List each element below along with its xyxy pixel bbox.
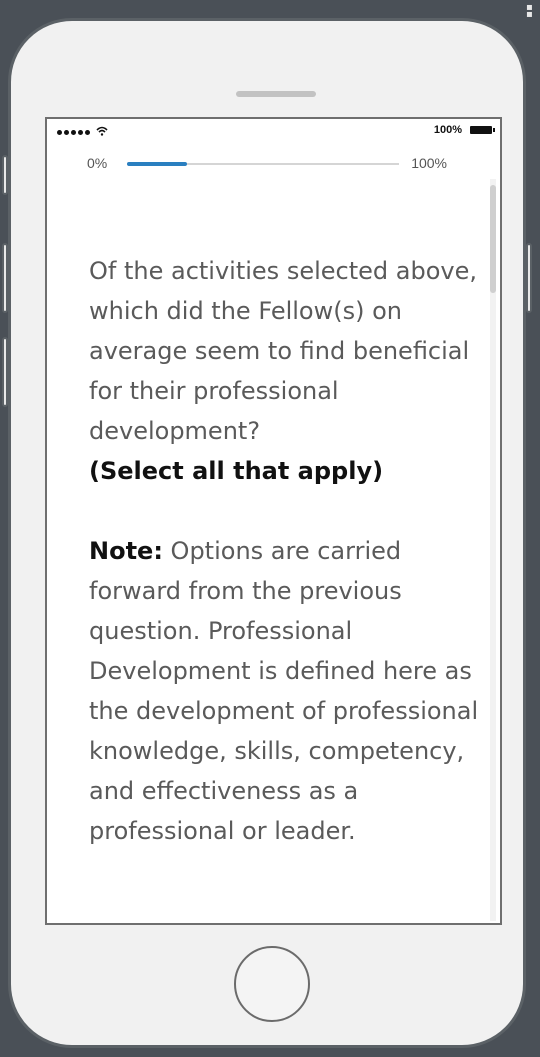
canvas: ▪ ▪ 100% 0% 100% Of the activities selec… <box>0 0 540 1057</box>
phone-side-button <box>2 155 8 195</box>
battery-icon <box>470 126 495 134</box>
scrollbar[interactable] <box>490 179 496 921</box>
progress-start-label: 0% <box>87 155 108 171</box>
note-label: Note: <box>89 537 163 565</box>
note-body: Options are carried forward from the pre… <box>89 537 479 845</box>
status-bar: 100% <box>47 119 500 143</box>
select-all-instruction: (Select all that apply) <box>89 457 384 485</box>
progress-fill <box>127 162 187 166</box>
home-button[interactable] <box>234 946 310 1022</box>
battery-percent: 100% <box>433 124 462 136</box>
corner-resize-icon: ▪ ▪ <box>526 2 533 20</box>
phone-speaker <box>236 91 316 97</box>
question-body: Of the activities selected above, which … <box>89 257 477 445</box>
question-text: Of the activities selected above, which … <box>89 251 479 491</box>
survey-content: Of the activities selected above, which … <box>89 251 479 851</box>
wifi-icon <box>96 126 108 136</box>
scrollbar-thumb[interactable] <box>490 185 496 293</box>
progress-indicator: 0% 100% <box>87 153 447 173</box>
phone-mockup: 100% 0% 100% Of the activities selected … <box>2 18 532 1048</box>
progress-end-label: 100% <box>411 155 447 171</box>
progress-track <box>127 162 399 166</box>
phone-power-button <box>526 243 532 313</box>
note-text: Note: Options are carried forward from t… <box>89 531 479 851</box>
phone-volume-up-button <box>2 243 8 313</box>
phone-screen: 100% 0% 100% Of the activities selected … <box>45 117 502 925</box>
signal-dots-icon <box>57 126 108 137</box>
phone-volume-down-button <box>2 337 8 407</box>
